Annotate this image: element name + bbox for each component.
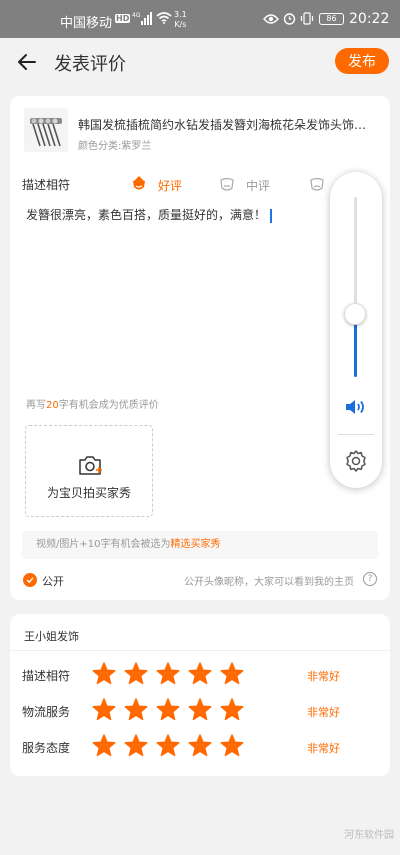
volume-divider: [338, 434, 374, 435]
publish-button[interactable]: 发布: [335, 48, 389, 74]
score-row-description: 描述相符 非常好: [10, 662, 390, 686]
flower-icon: [133, 176, 145, 190]
product-image: [24, 108, 68, 152]
public-label[interactable]: 公开: [42, 573, 64, 589]
divider: [10, 650, 390, 651]
rating-label: 描述相符: [22, 178, 71, 192]
sad-face-icon: [310, 177, 324, 191]
score-verdict: 非常好: [307, 670, 340, 683]
hint-suffix: 字有机会成为优质评价: [58, 400, 159, 411]
product-title: 韩国发梳插梳简约水钻发插发簪刘海梳花朵发饰头饰盘发饰品: [78, 118, 378, 132]
star-icon[interactable]: [156, 662, 180, 685]
volume-slider-knob[interactable]: [344, 303, 366, 325]
star-icon[interactable]: [92, 734, 116, 757]
volume-slider-track[interactable]: [354, 197, 357, 377]
star-icon[interactable]: [124, 662, 148, 685]
score-label: 物流服务: [22, 705, 71, 719]
star-icon[interactable]: [92, 698, 116, 721]
shop-name: 王小姐发饰: [24, 630, 79, 643]
settings-gear-icon[interactable]: [344, 449, 368, 473]
page-title: 发表评价: [54, 54, 126, 75]
svg-text:4G: 4G: [132, 12, 141, 19]
star-icon[interactable]: [220, 662, 244, 685]
hair-comb-image: [30, 118, 62, 147]
star-icon[interactable]: [156, 734, 180, 757]
public-checkbox[interactable]: [23, 573, 37, 587]
score-label: 服务态度: [22, 741, 71, 755]
speaker-icon[interactable]: [344, 397, 368, 417]
watermark: 河东软件园: [344, 830, 394, 841]
rating-neutral-option[interactable]: 中评: [218, 174, 298, 194]
network-speed: 3.1 K/s: [174, 10, 187, 30]
star-icon[interactable]: [124, 734, 148, 757]
hint-prefix: 再写: [26, 400, 46, 411]
star-icon[interactable]: [188, 698, 212, 721]
score-label: 描述相符: [22, 669, 71, 683]
shop-rating-card: 王小姐发饰 描述相符 非常好 物流服务 非常好 服务态度 非常好: [10, 614, 390, 776]
eye-icon: [263, 14, 279, 24]
carrier-name: 中国移动: [60, 16, 113, 31]
hint-count: 20: [46, 400, 59, 411]
star-icon[interactable]: [156, 698, 180, 721]
media-hint: 视频/图片+10字有机会被选为精选买家秀: [22, 531, 378, 559]
speed-unit: K/s: [174, 20, 187, 29]
star-icon[interactable]: [220, 698, 244, 721]
vibrate-icon: [300, 12, 314, 25]
media-hint-prefix: 视频/图片+10字有机会被选为: [36, 539, 171, 550]
star-icon[interactable]: [92, 662, 116, 685]
review-text-content: 发簪很漂亮，素色百搭，质量挺好的，满意！: [26, 208, 267, 222]
star-icon[interactable]: [220, 734, 244, 757]
score-row-service: 服务态度 非常好: [10, 734, 390, 758]
volume-panel: [330, 172, 382, 488]
review-length-hint: 再写20字有机会成为优质评价: [26, 396, 159, 411]
camera-add-icon: [79, 456, 102, 475]
signal-icon: 4G: [132, 12, 152, 25]
product-spec: 颜色分类:紫罗兰: [78, 141, 152, 152]
checkmark-icon: [26, 577, 34, 584]
star-icon[interactable]: [124, 698, 148, 721]
upload-label: 为宝贝拍买家秀: [46, 486, 131, 500]
rating-good-label: 好评: [158, 179, 183, 193]
status-bar: 中国移动 HD 4G 3.1 K/s 86 20:22: [0, 0, 400, 38]
clock-time: 20:22: [349, 11, 390, 27]
text-cursor: [270, 208, 273, 223]
score-row-logistics: 物流服务 非常好: [10, 698, 390, 722]
media-hint-highlight[interactable]: 精选买家秀: [170, 539, 220, 550]
battery-indicator: 86: [319, 13, 344, 25]
back-arrow-icon[interactable]: [16, 51, 38, 73]
top-navbar: 发表评价 发布: [0, 38, 400, 86]
star-icon[interactable]: [188, 662, 212, 685]
neutral-face-icon: [220, 177, 234, 191]
public-note: 公开头像昵称，大家可以看到我的主页: [184, 577, 354, 588]
score-verdict: 非常好: [307, 742, 340, 755]
upload-photo-button[interactable]: 为宝贝拍买家秀: [25, 425, 153, 517]
wifi-icon: [156, 12, 172, 24]
review-textarea[interactable]: 发簪很漂亮，素色百搭，质量挺好的，满意！: [26, 206, 273, 223]
speed-value: 3.1: [174, 10, 187, 19]
hd-badge: HD: [115, 14, 131, 23]
rating-neutral-label: 中评: [246, 179, 271, 193]
help-icon[interactable]: ?: [363, 572, 377, 586]
star-icon[interactable]: [188, 734, 212, 757]
alarm-icon: [283, 13, 296, 25]
score-verdict: 非常好: [307, 706, 340, 719]
